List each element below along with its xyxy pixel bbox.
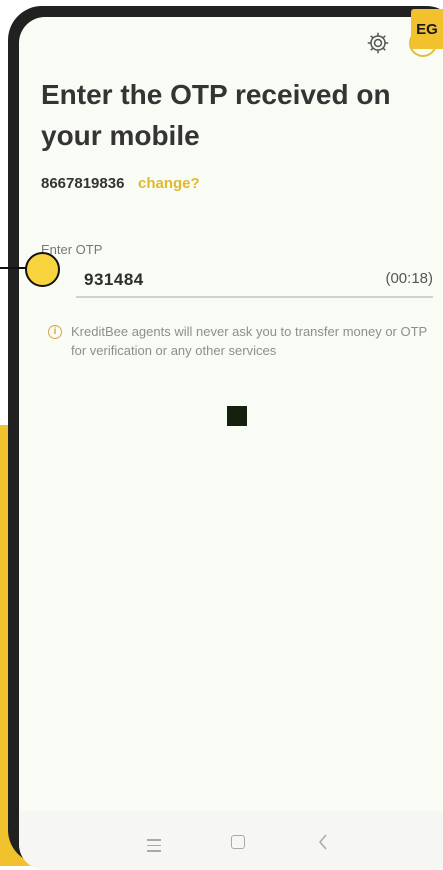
mobile-number: 8667819836 (41, 175, 125, 192)
info-icon: i (48, 325, 62, 339)
recents-icon[interactable] (147, 839, 161, 856)
change-number-link[interactable]: change? (138, 175, 200, 192)
language-badge[interactable]: EG (411, 9, 443, 49)
back-icon[interactable] (316, 832, 330, 852)
phone-frame: Enter the OTP received on your mobile 86… (8, 6, 443, 870)
page-title: Enter the OTP received on your mobile (41, 79, 391, 151)
home-icon[interactable] (231, 835, 245, 849)
otp-resend-timer: (00:18) (385, 270, 433, 287)
loading-indicator (227, 406, 247, 426)
gear-icon[interactable] (365, 30, 391, 56)
security-notice: KreditBee agents will never ask you to t… (71, 324, 427, 358)
otp-input-underline (76, 296, 433, 298)
otp-input[interactable]: 931484 (84, 270, 144, 290)
pointer-line (0, 267, 26, 269)
pointer-marker (25, 252, 60, 287)
app-screen: Enter the OTP received on your mobile 86… (19, 17, 443, 870)
